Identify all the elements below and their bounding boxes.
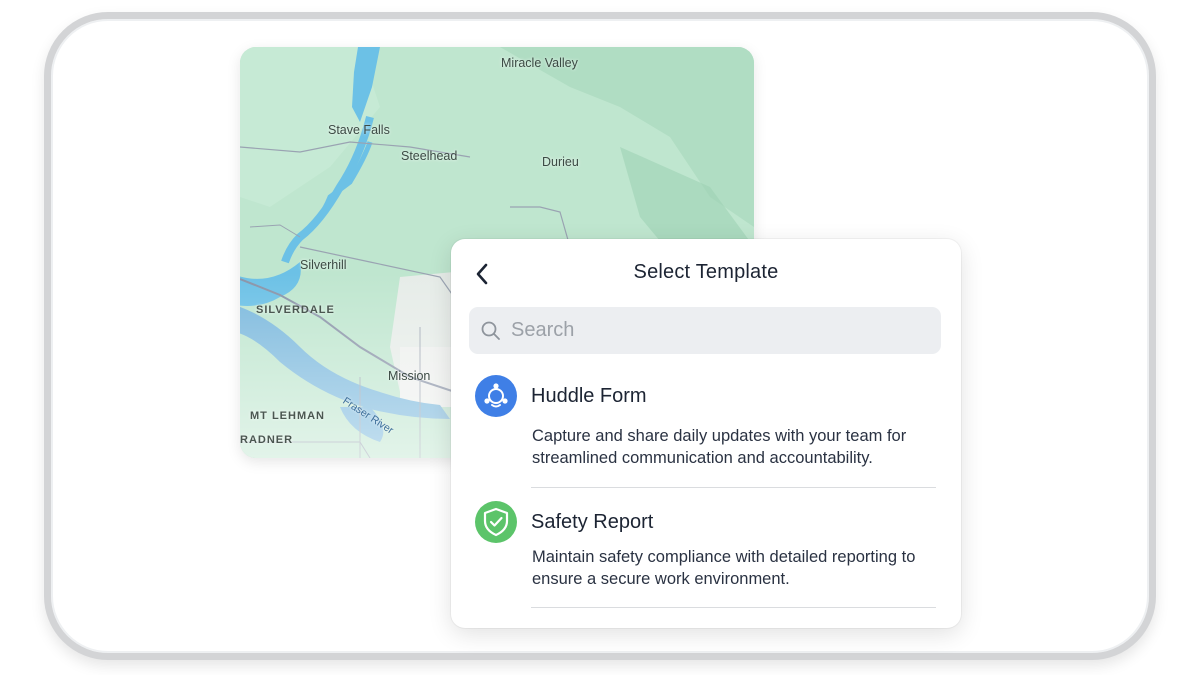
map-label-durieu: Durieu	[542, 155, 579, 169]
search-icon	[481, 321, 500, 340]
search-bar[interactable]	[469, 307, 941, 354]
page-title: Select Template	[633, 261, 779, 283]
template-item-huddle-form[interactable]: Huddle Form Capture and share daily upda…	[473, 375, 939, 490]
map-label-miracle-valley: Miracle Valley	[501, 56, 578, 70]
map-label-stave-falls: Stave Falls	[328, 123, 390, 137]
divider	[531, 487, 936, 488]
template-description: Capture and share daily updates with you…	[532, 427, 907, 467]
select-template-panel: Select Template Huddle Form Capture and …	[451, 239, 961, 628]
template-description: Maintain safety compliance with detailed…	[532, 548, 916, 588]
map-label-radner: RADNER	[240, 434, 294, 446]
divider	[531, 607, 936, 608]
map-label-mission: Mission	[388, 369, 431, 383]
map-label-silverdale: SILVERDALE	[256, 304, 335, 316]
huddle-people-icon	[475, 375, 517, 417]
template-item-safety-report[interactable]: Safety Report Maintain safety compliance…	[473, 501, 939, 611]
template-name: Huddle Form	[531, 385, 647, 407]
template-name: Safety Report	[531, 511, 654, 533]
map-label-steelhead: Steelhead	[401, 149, 458, 163]
shield-check-icon	[475, 501, 517, 543]
map-label-silverhill: Silverhill	[300, 258, 347, 272]
map-label-mt-lehman: MT LEHMAN	[250, 410, 325, 422]
search-input[interactable]	[509, 318, 933, 343]
